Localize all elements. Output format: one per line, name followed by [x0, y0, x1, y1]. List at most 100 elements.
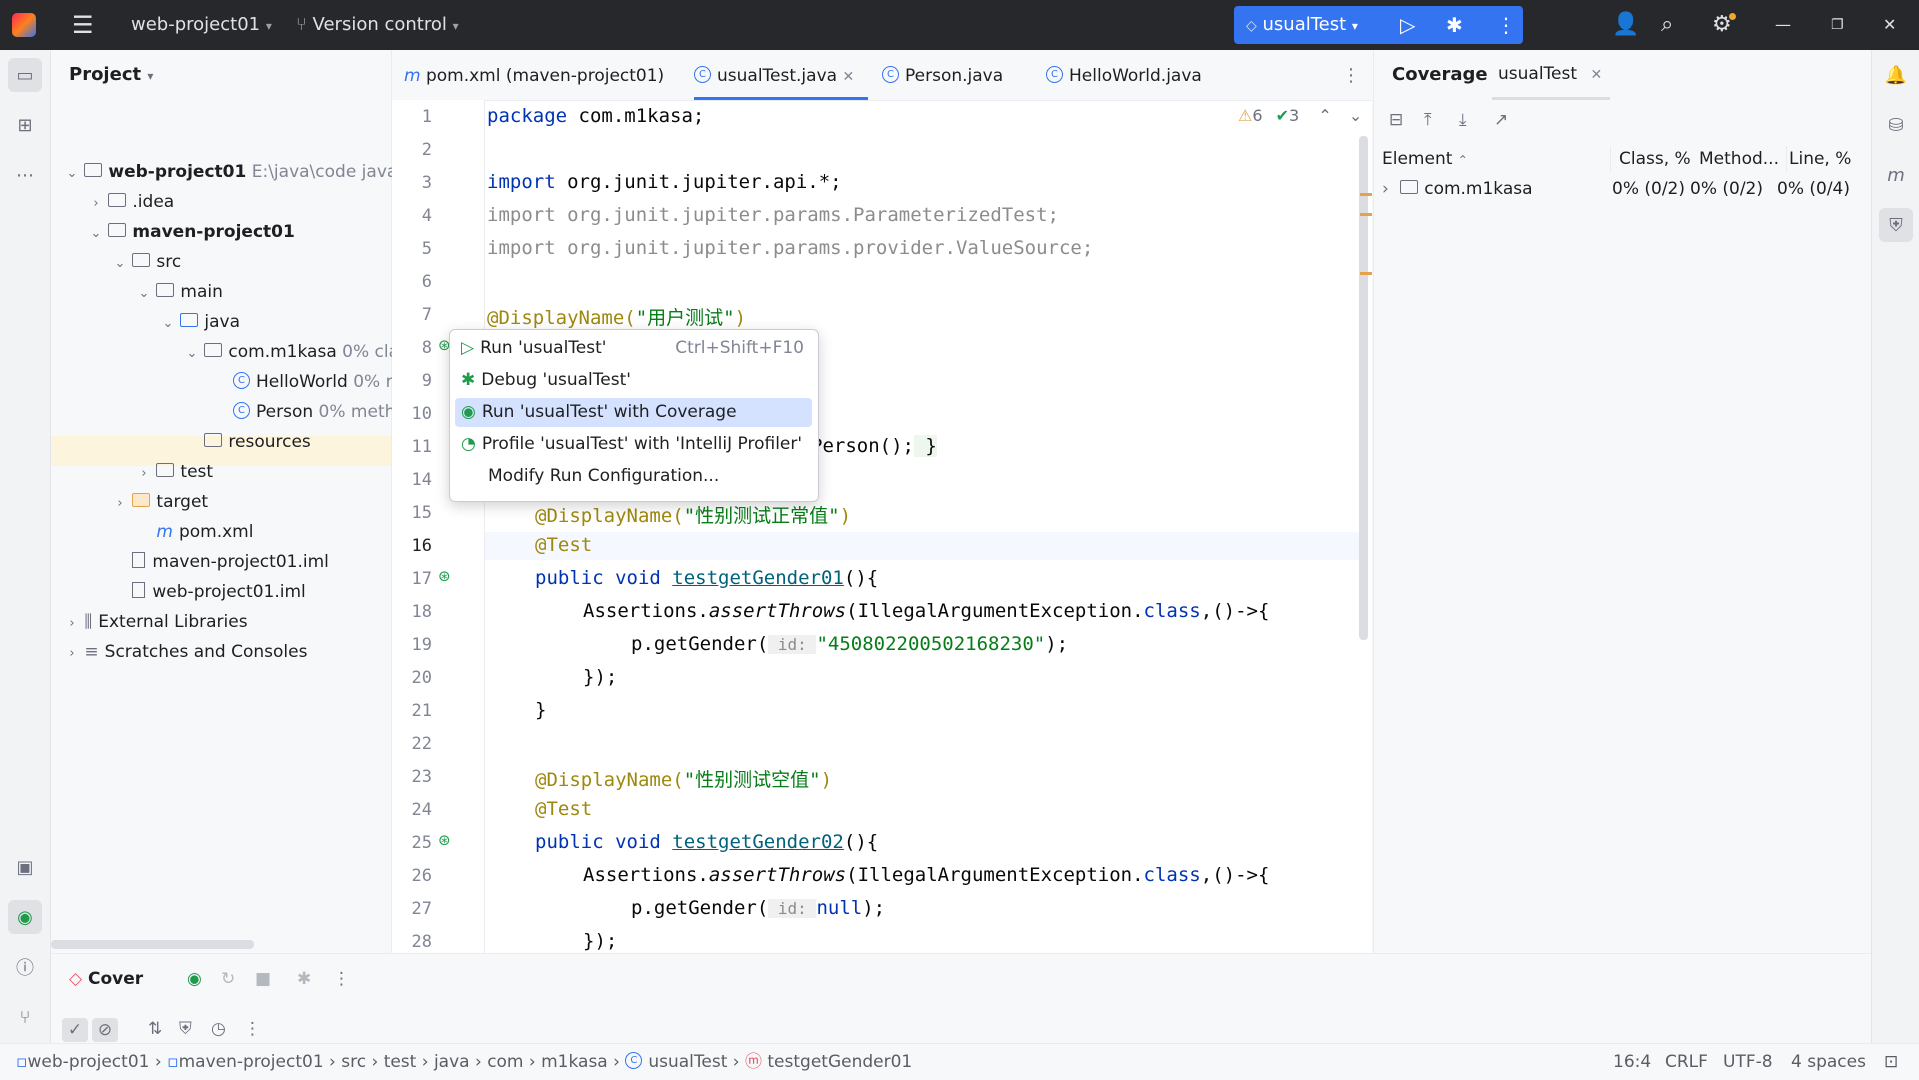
code-line[interactable]: p.getGender( id: "450802200502168230");: [631, 633, 1068, 655]
rerun-icon[interactable]: ↻: [221, 969, 235, 989]
code-line[interactable]: @DisplayName("性别测试空值"): [535, 765, 832, 792]
more-actions-icon[interactable]: ⋮: [1496, 0, 1516, 50]
menu-item-run-with-coverage[interactable]: ◉ Run 'usualTest' with Coverage: [455, 398, 812, 427]
close-icon[interactable]: ✕: [1883, 0, 1896, 50]
go-to-parent-icon[interactable]: ⤒: [1424, 110, 1432, 130]
vcs-widget[interactable]: ⑂ Version control ▾: [296, 0, 459, 50]
export-icon[interactable]: ↗: [1494, 110, 1508, 130]
tree-item-java[interactable]: ⌄ java: [161, 307, 240, 337]
file-encoding[interactable]: UTF-8: [1723, 1044, 1773, 1080]
warning-marker[interactable]: [1360, 193, 1372, 196]
breadcrumb-item[interactable]: web-project01: [28, 1052, 150, 1072]
tree-item-main[interactable]: ⌄ main: [137, 277, 223, 307]
code-line[interactable]: @DisplayName("用户测试"): [487, 303, 746, 330]
tree-item-target[interactable]: › target: [113, 487, 208, 517]
tree-item-maven-iml[interactable]: maven-project01.iml: [113, 547, 329, 577]
indent-setting[interactable]: 4 spaces: [1791, 1044, 1866, 1080]
show-ignored-toggle[interactable]: ⊘: [92, 1018, 118, 1042]
breadcrumb-item[interactable]: src: [341, 1052, 366, 1072]
editor-scrollbar[interactable]: [1359, 136, 1368, 640]
rerun-coverage-icon[interactable]: ◉: [187, 969, 202, 989]
tab-helloworld-java[interactable]: C HelloWorld.java: [1046, 50, 1202, 100]
settings-icon[interactable]: ⚙: [1712, 0, 1732, 50]
code-line[interactable]: });: [583, 666, 617, 688]
code-line[interactable]: @Test: [535, 798, 592, 820]
more-icon[interactable]: ⋮: [244, 1019, 261, 1039]
tree-item-scratches[interactable]: › ≡ Scratches and Consoles: [65, 637, 307, 667]
code-line[interactable]: });: [583, 930, 617, 952]
project-tool-icon[interactable]: ▭: [8, 58, 42, 92]
cursor-position[interactable]: 16:4: [1613, 1044, 1651, 1080]
code-line[interactable]: public void testgetGender02(){: [535, 831, 878, 853]
tree-item-person[interactable]: C Person 0% meth: [233, 397, 395, 427]
coverage-tab[interactable]: usualTest ✕: [1498, 64, 1602, 84]
tree-item-src[interactable]: ⌄ src: [113, 247, 182, 277]
coverage-tool-icon[interactable]: ◉: [8, 900, 42, 934]
warning-marker[interactable]: [1360, 213, 1372, 216]
line-separator[interactable]: CRLF: [1665, 1044, 1708, 1080]
show-passed-toggle[interactable]: ✓: [62, 1018, 88, 1042]
code-line[interactable]: @Test: [535, 534, 592, 556]
more-icon[interactable]: ⋮: [333, 969, 350, 989]
terminal-tool-icon[interactable]: ▣: [8, 850, 42, 884]
git-tool-icon[interactable]: ⑂: [8, 1000, 42, 1034]
code-line[interactable]: import org.junit.jupiter.params.Paramete…: [487, 204, 1059, 226]
run-test-gutter-icon[interactable]: ⊛: [438, 567, 451, 585]
next-highlight-icon[interactable]: ⌄: [1349, 106, 1362, 125]
debug-icon[interactable]: ✱: [1446, 0, 1463, 50]
sort-icon[interactable]: ⇅: [148, 1019, 162, 1039]
breadcrumb-item[interactable]: testgetGender01: [767, 1052, 912, 1072]
go-to-child-icon[interactable]: ⤓: [1459, 110, 1467, 130]
run-config-selector[interactable]: ◇ usualTest ▾: [1246, 0, 1358, 50]
add-user-icon[interactable]: 👤: [1612, 0, 1639, 50]
inspection-widget[interactable]: ⚠6 ✔3 ⌃ ⌄: [1238, 106, 1362, 125]
code-line[interactable]: Assertions.assertThrows(IllegalArgumentE…: [583, 864, 1269, 886]
close-tab-icon[interactable]: ✕: [842, 69, 854, 85]
coverage-row[interactable]: › com.m1kasa: [1382, 179, 1533, 199]
structure-tool-icon[interactable]: ⊞: [8, 108, 42, 142]
breadcrumb-item[interactable]: maven-project01: [179, 1052, 324, 1072]
code-line[interactable]: package com.m1kasa;: [487, 105, 704, 127]
column-header-method[interactable]: Method...: [1699, 149, 1779, 169]
cover-tab[interactable]: ◇ Cover: [69, 969, 143, 989]
menu-item-run[interactable]: ▷ Run 'usualTest' Ctrl+Shift+F10: [455, 334, 812, 363]
tree-item-test[interactable]: › test: [137, 457, 213, 487]
breadcrumb-item[interactable]: usualTest: [648, 1052, 727, 1072]
history-icon[interactable]: ◷: [211, 1019, 226, 1039]
code-line[interactable]: public void testgetGender01(){: [535, 567, 878, 589]
project-panel-header[interactable]: Project ▾: [69, 64, 153, 85]
column-header-element[interactable]: Element ⌃: [1382, 149, 1468, 169]
menu-item-debug[interactable]: ✱ Debug 'usualTest': [455, 366, 812, 395]
shield-icon[interactable]: ⛨: [179, 1019, 192, 1039]
flatten-packages-icon[interactable]: ⊟: [1389, 110, 1403, 130]
breadcrumb-item[interactable]: java: [434, 1052, 470, 1072]
search-icon[interactable]: ⌕: [1661, 0, 1673, 50]
column-header-class[interactable]: Class, %: [1619, 149, 1691, 169]
breadcrumb-item[interactable]: com: [487, 1052, 523, 1072]
tree-item-resources[interactable]: resources: [185, 427, 311, 457]
tree-item-external-libraries[interactable]: › ⫼ External Libraries: [65, 607, 247, 637]
tab-pom-xml[interactable]: m pom.xml (maven-project01): [404, 50, 664, 100]
tab-person-java[interactable]: C Person.java: [882, 50, 1003, 100]
main-menu-icon[interactable]: ☰: [72, 0, 94, 50]
tabs-more-icon[interactable]: ⋮: [1342, 50, 1360, 100]
minimize-icon[interactable]: —: [1775, 0, 1791, 50]
coverage-shield-icon[interactable]: ⛨: [1879, 208, 1913, 242]
code-line[interactable]: @DisplayName("性别测试正常值"): [535, 501, 851, 528]
project-switcher[interactable]: web-project01 ▾: [131, 0, 272, 50]
tab-usualtest-java[interactable]: CusualTest.java ✕: [694, 50, 869, 100]
tree-item-helloworld[interactable]: C HelloWorld 0% r: [233, 367, 393, 397]
stop-icon[interactable]: ■: [255, 969, 271, 989]
tree-item-pom-xml[interactable]: m pom.xml: [137, 517, 253, 547]
code-line[interactable]: p.getGender( id: null);: [631, 897, 885, 919]
code-line[interactable]: Assertions.assertThrows(IllegalArgumentE…: [583, 600, 1269, 622]
problems-tool-icon[interactable]: ⓘ: [8, 950, 42, 984]
tree-item-maven-project01[interactable]: ⌄ maven-project01: [89, 217, 295, 247]
more-tools-icon[interactable]: ⋯: [8, 158, 42, 192]
tree-item-idea[interactable]: › .idea: [89, 187, 174, 217]
run-icon[interactable]: ▷: [1400, 0, 1415, 50]
code-line[interactable]: Person(); }: [811, 435, 937, 457]
breadcrumb-item[interactable]: test: [384, 1052, 417, 1072]
tree-item-web-iml[interactable]: web-project01.iml: [113, 577, 306, 607]
code-line[interactable]: import org.junit.jupiter.api.*;: [487, 171, 842, 193]
